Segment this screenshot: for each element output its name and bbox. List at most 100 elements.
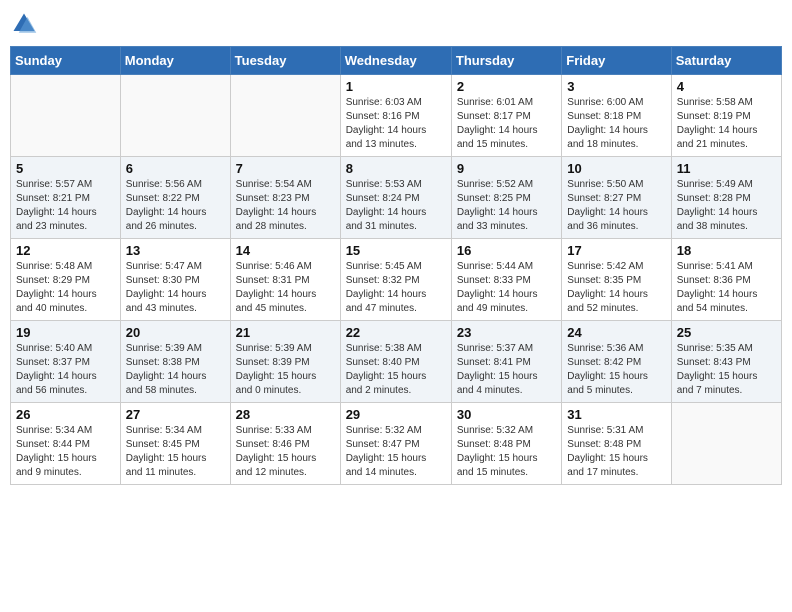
calendar-week-3: 19 Sunrise: 5:40 AM Sunset: 8:37 PM Dayli…	[11, 321, 782, 403]
day-number: 18	[677, 243, 776, 258]
day-info: Sunrise: 5:44 AM Sunset: 8:33 PM Dayligh…	[457, 260, 556, 316]
day-number: 14	[236, 243, 335, 258]
day-info: Sunrise: 5:53 AM Sunset: 8:24 PM Dayligh…	[346, 178, 446, 234]
day-number: 19	[16, 325, 115, 340]
calendar-cell	[671, 403, 781, 485]
day-number: 16	[457, 243, 556, 258]
day-number: 11	[677, 161, 776, 176]
day-info: Sunrise: 5:33 AM Sunset: 8:46 PM Dayligh…	[236, 424, 335, 480]
calendar-cell: 17 Sunrise: 5:42 AM Sunset: 8:35 PM Dayli…	[562, 239, 671, 321]
day-number: 26	[16, 407, 115, 422]
day-number: 15	[346, 243, 446, 258]
day-info: Sunrise: 5:38 AM Sunset: 8:40 PM Dayligh…	[346, 342, 446, 398]
logo	[10, 10, 42, 38]
calendar-cell: 26 Sunrise: 5:34 AM Sunset: 8:44 PM Dayli…	[11, 403, 121, 485]
day-info: Sunrise: 5:34 AM Sunset: 8:44 PM Dayligh…	[16, 424, 115, 480]
calendar-cell: 8 Sunrise: 5:53 AM Sunset: 8:24 PM Daylig…	[340, 157, 451, 239]
day-info: Sunrise: 5:35 AM Sunset: 8:43 PM Dayligh…	[677, 342, 776, 398]
calendar-table: SundayMondayTuesdayWednesdayThursdayFrid…	[10, 46, 782, 485]
day-number: 25	[677, 325, 776, 340]
day-info: Sunrise: 5:36 AM Sunset: 8:42 PM Dayligh…	[567, 342, 665, 398]
day-number: 28	[236, 407, 335, 422]
day-number: 30	[457, 407, 556, 422]
calendar-cell: 10 Sunrise: 5:50 AM Sunset: 8:27 PM Dayli…	[562, 157, 671, 239]
calendar-cell: 11 Sunrise: 5:49 AM Sunset: 8:28 PM Dayli…	[671, 157, 781, 239]
calendar-cell: 6 Sunrise: 5:56 AM Sunset: 8:22 PM Daylig…	[120, 157, 230, 239]
day-info: Sunrise: 5:39 AM Sunset: 8:39 PM Dayligh…	[236, 342, 335, 398]
calendar-cell: 12 Sunrise: 5:48 AM Sunset: 8:29 PM Dayli…	[11, 239, 121, 321]
day-number: 24	[567, 325, 665, 340]
day-info: Sunrise: 5:56 AM Sunset: 8:22 PM Dayligh…	[126, 178, 225, 234]
day-info: Sunrise: 5:54 AM Sunset: 8:23 PM Dayligh…	[236, 178, 335, 234]
day-number: 22	[346, 325, 446, 340]
calendar-cell: 18 Sunrise: 5:41 AM Sunset: 8:36 PM Dayli…	[671, 239, 781, 321]
day-info: Sunrise: 5:57 AM Sunset: 8:21 PM Dayligh…	[16, 178, 115, 234]
calendar-cell: 25 Sunrise: 5:35 AM Sunset: 8:43 PM Dayli…	[671, 321, 781, 403]
day-number: 7	[236, 161, 335, 176]
calendar-week-0: 1 Sunrise: 6:03 AM Sunset: 8:16 PM Daylig…	[11, 75, 782, 157]
day-info: Sunrise: 5:31 AM Sunset: 8:48 PM Dayligh…	[567, 424, 665, 480]
day-number: 17	[567, 243, 665, 258]
day-number: 8	[346, 161, 446, 176]
day-header-tuesday: Tuesday	[230, 47, 340, 75]
day-header-wednesday: Wednesday	[340, 47, 451, 75]
day-info: Sunrise: 5:58 AM Sunset: 8:19 PM Dayligh…	[677, 96, 776, 152]
day-info: Sunrise: 5:39 AM Sunset: 8:38 PM Dayligh…	[126, 342, 225, 398]
calendar-cell: 23 Sunrise: 5:37 AM Sunset: 8:41 PM Dayli…	[451, 321, 561, 403]
day-header-sunday: Sunday	[11, 47, 121, 75]
day-header-thursday: Thursday	[451, 47, 561, 75]
page-header	[10, 10, 782, 38]
calendar-cell	[11, 75, 121, 157]
day-number: 21	[236, 325, 335, 340]
day-info: Sunrise: 5:37 AM Sunset: 8:41 PM Dayligh…	[457, 342, 556, 398]
day-number: 1	[346, 79, 446, 94]
day-number: 27	[126, 407, 225, 422]
day-header-monday: Monday	[120, 47, 230, 75]
calendar-cell: 16 Sunrise: 5:44 AM Sunset: 8:33 PM Dayli…	[451, 239, 561, 321]
day-info: Sunrise: 5:34 AM Sunset: 8:45 PM Dayligh…	[126, 424, 225, 480]
calendar-cell: 20 Sunrise: 5:39 AM Sunset: 8:38 PM Dayli…	[120, 321, 230, 403]
day-info: Sunrise: 6:03 AM Sunset: 8:16 PM Dayligh…	[346, 96, 446, 152]
day-number: 5	[16, 161, 115, 176]
calendar-cell: 1 Sunrise: 6:03 AM Sunset: 8:16 PM Daylig…	[340, 75, 451, 157]
day-header-friday: Friday	[562, 47, 671, 75]
day-number: 9	[457, 161, 556, 176]
day-header-saturday: Saturday	[671, 47, 781, 75]
day-info: Sunrise: 5:49 AM Sunset: 8:28 PM Dayligh…	[677, 178, 776, 234]
day-info: Sunrise: 5:32 AM Sunset: 8:48 PM Dayligh…	[457, 424, 556, 480]
calendar-week-1: 5 Sunrise: 5:57 AM Sunset: 8:21 PM Daylig…	[11, 157, 782, 239]
calendar-cell: 19 Sunrise: 5:40 AM Sunset: 8:37 PM Dayli…	[11, 321, 121, 403]
calendar-cell: 31Sunrise: 5:31 AM Sunset: 8:48 PM Dayli…	[562, 403, 671, 485]
day-number: 20	[126, 325, 225, 340]
calendar-cell: 22 Sunrise: 5:38 AM Sunset: 8:40 PM Dayli…	[340, 321, 451, 403]
calendar-cell: 14 Sunrise: 5:46 AM Sunset: 8:31 PM Dayli…	[230, 239, 340, 321]
day-info: Sunrise: 5:47 AM Sunset: 8:30 PM Dayligh…	[126, 260, 225, 316]
day-number: 12	[16, 243, 115, 258]
logo-icon	[10, 10, 38, 38]
calendar-cell: 30 Sunrise: 5:32 AM Sunset: 8:48 PM Dayli…	[451, 403, 561, 485]
calendar-cell: 2Sunrise: 6:01 AM Sunset: 8:17 PM Daylig…	[451, 75, 561, 157]
day-number: 13	[126, 243, 225, 258]
day-info: Sunrise: 5:50 AM Sunset: 8:27 PM Dayligh…	[567, 178, 665, 234]
day-number: 6	[126, 161, 225, 176]
day-number: 29	[346, 407, 446, 422]
calendar-cell: 7 Sunrise: 5:54 AM Sunset: 8:23 PM Daylig…	[230, 157, 340, 239]
day-info: Sunrise: 5:42 AM Sunset: 8:35 PM Dayligh…	[567, 260, 665, 316]
calendar-cell: 24 Sunrise: 5:36 AM Sunset: 8:42 PM Dayli…	[562, 321, 671, 403]
day-number: 10	[567, 161, 665, 176]
calendar-cell: 29Sunrise: 5:32 AM Sunset: 8:47 PM Dayli…	[340, 403, 451, 485]
calendar-cell	[230, 75, 340, 157]
calendar-cell: 13 Sunrise: 5:47 AM Sunset: 8:30 PM Dayli…	[120, 239, 230, 321]
calendar-cell: 5 Sunrise: 5:57 AM Sunset: 8:21 PM Daylig…	[11, 157, 121, 239]
calendar-cell: 4Sunrise: 5:58 AM Sunset: 8:19 PM Daylig…	[671, 75, 781, 157]
day-info: Sunrise: 5:52 AM Sunset: 8:25 PM Dayligh…	[457, 178, 556, 234]
day-info: Sunrise: 5:40 AM Sunset: 8:37 PM Dayligh…	[16, 342, 115, 398]
calendar-week-4: 26 Sunrise: 5:34 AM Sunset: 8:44 PM Dayli…	[11, 403, 782, 485]
day-info: Sunrise: 6:01 AM Sunset: 8:17 PM Dayligh…	[457, 96, 556, 152]
day-info: Sunrise: 5:46 AM Sunset: 8:31 PM Dayligh…	[236, 260, 335, 316]
calendar-cell: 9 Sunrise: 5:52 AM Sunset: 8:25 PM Daylig…	[451, 157, 561, 239]
day-info: Sunrise: 5:41 AM Sunset: 8:36 PM Dayligh…	[677, 260, 776, 316]
day-number: 23	[457, 325, 556, 340]
header-row: SundayMondayTuesdayWednesdayThursdayFrid…	[11, 47, 782, 75]
day-info: Sunrise: 5:48 AM Sunset: 8:29 PM Dayligh…	[16, 260, 115, 316]
